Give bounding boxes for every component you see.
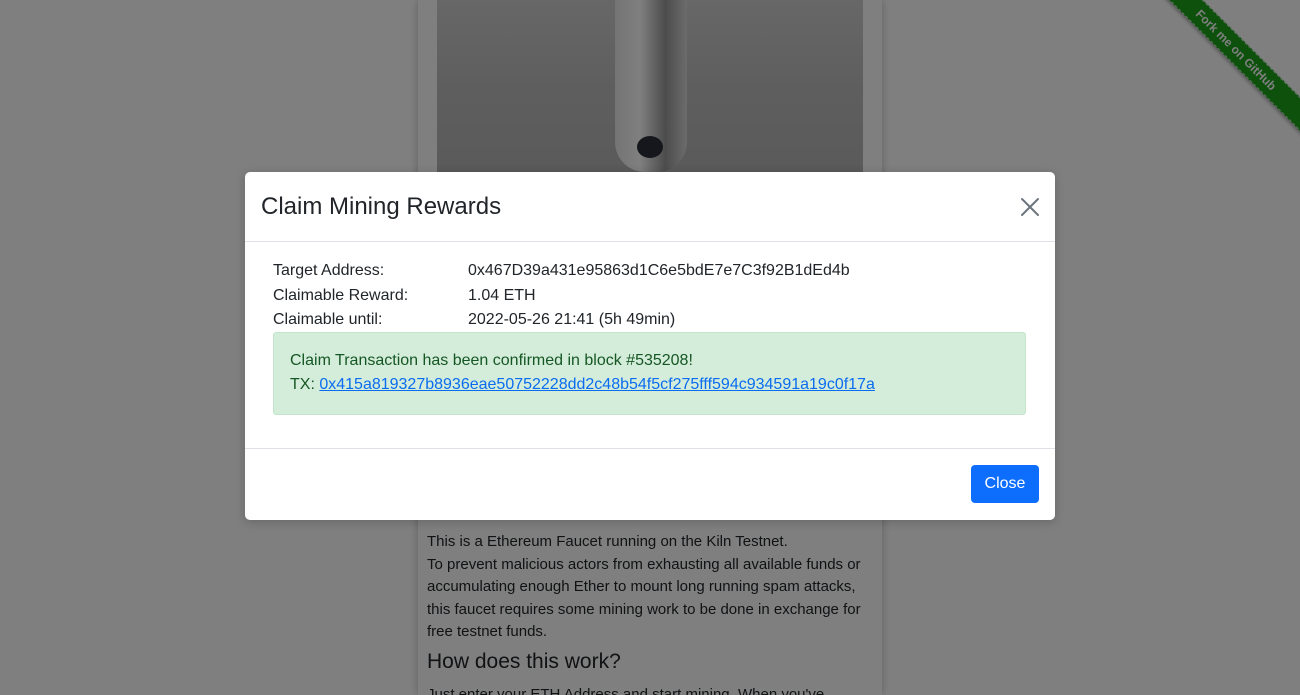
claim-info: Target Address: 0x467D39a431e95863d1C6e5b… bbox=[273, 259, 1033, 333]
claimable-until-row: Claimable until: 2022-05-26 21:41 (5h 49m… bbox=[273, 308, 1033, 333]
modal-footer: Close bbox=[245, 448, 1055, 521]
row-label: Claimable Reward: bbox=[273, 286, 409, 304]
row-label: Claimable until: bbox=[273, 311, 383, 328]
modal-header: Claim Mining Rewards bbox=[245, 172, 1055, 242]
row-label: Target Address: bbox=[273, 262, 385, 279]
target-address-row: Target Address: 0x467D39a431e95863d1C6e5b… bbox=[273, 259, 1033, 284]
success-alert: Claim Transaction has been confirmed in … bbox=[273, 332, 1026, 415]
row-value: 0x467D39a431e95863d1C6e5bdE7e7C3f92B1dEd… bbox=[468, 262, 850, 279]
claim-rewards-modal: Claim Mining Rewards Target Address: 0x46… bbox=[245, 172, 1055, 520]
tx-line: TX: 0x415a819327b8936eae50752228dd2c48b5… bbox=[290, 373, 1009, 397]
alert-message: Claim Transaction has been confirmed in … bbox=[290, 352, 693, 369]
row-value: 1.04 ETH bbox=[468, 286, 536, 304]
tx-hash-link[interactable]: 0x415a819327b8936eae50752228dd2c48b54f5c… bbox=[319, 376, 875, 393]
modal-title: Claim Mining Rewards bbox=[261, 193, 502, 220]
close-button[interactable]: Close bbox=[971, 465, 1039, 503]
close-icon[interactable] bbox=[1019, 196, 1041, 218]
claimable-reward-row: Claimable Reward: 1.04 ETH bbox=[273, 284, 1033, 309]
row-value: 2022-05-26 21:41 (5h 49min) bbox=[468, 311, 676, 328]
tx-prefix: TX: bbox=[290, 376, 315, 393]
